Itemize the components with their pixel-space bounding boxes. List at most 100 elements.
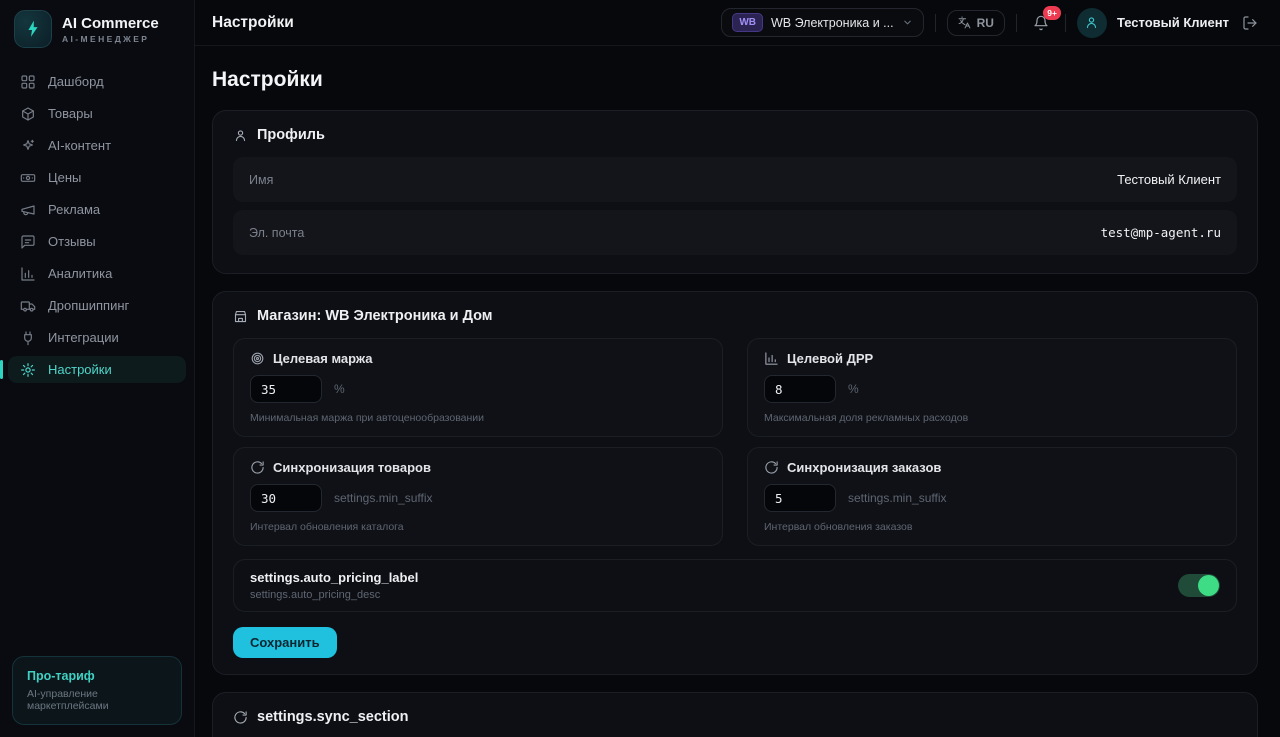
refresh-icon (764, 460, 779, 475)
sidebar-item-label: Реклама (48, 202, 100, 217)
divider (935, 14, 936, 32)
app-logo: AI Commerce AI-МЕНЕДЖЕР (0, 0, 194, 60)
topbar: Настройки WB WB Электроника и ... RU 9+ … (195, 0, 1280, 46)
wb-badge: WB (732, 13, 763, 32)
plan-subtitle: AI-управление маркетплейсами (27, 688, 167, 712)
sidebar-item-analytics[interactable]: Аналитика (8, 260, 186, 287)
user-name: Тестовый Клиент (1117, 15, 1229, 30)
sync-products-suffix: settings.min_suffix (334, 491, 433, 505)
notification-count-badge: 9+ (1043, 6, 1061, 21)
sidebar-item-products[interactable]: Товары (8, 100, 186, 127)
sparkles-icon (20, 138, 37, 154)
chart-icon (764, 351, 779, 366)
refresh-icon (250, 460, 265, 475)
page-title: Настройки (212, 68, 1258, 92)
sync-orders-suffix: settings.min_suffix (848, 491, 947, 505)
sync-orders-input[interactable] (764, 484, 836, 512)
auto-pricing-label: settings.auto_pricing_label (250, 570, 418, 585)
sync-section-card: settings.sync_section settings.sync_prod… (212, 692, 1258, 737)
banknote-icon (20, 170, 37, 186)
sidebar-item-label: Дашборд (48, 74, 104, 89)
target-margin-label: Целевая маржа (273, 351, 373, 366)
save-button[interactable]: Сохранить (233, 627, 337, 658)
toggle-knob (1198, 575, 1219, 596)
truck-icon (20, 298, 37, 314)
sync-section-title: settings.sync_section (257, 709, 409, 725)
plan-card[interactable]: Про-тариф AI-управление маркетплейсами (12, 656, 182, 725)
main-area: Настройки WB WB Электроника и ... RU 9+ … (195, 0, 1280, 737)
translate-icon (958, 16, 971, 29)
sync-products-help: Интервал обновления каталога (250, 521, 706, 533)
divider (1065, 14, 1066, 32)
sidebar-item-label: Цены (48, 170, 81, 185)
sidebar-item-ads[interactable]: Реклама (8, 196, 186, 223)
store-settings-card: Магазин: WB Электроника и Дом Целевая ма… (212, 291, 1258, 675)
sidebar-item-settings[interactable]: Настройки (8, 356, 186, 383)
sidebar: AI Commerce AI-МЕНЕДЖЕР Дашборд Товары A… (0, 0, 195, 737)
sidebar-item-dropshipping[interactable]: Дропшиппинг (8, 292, 186, 319)
target-drr-field: Целевой ДРР % Максимальная доля рекламны… (747, 338, 1237, 437)
message-square-icon (20, 234, 37, 250)
email-label: Эл. почта (249, 226, 304, 240)
auto-pricing-toggle[interactable] (1178, 574, 1220, 597)
topbar-title: Настройки (212, 14, 294, 32)
person-icon (233, 128, 248, 143)
sidebar-item-label: Товары (48, 106, 93, 121)
sidebar-item-label: AI-контент (48, 138, 111, 153)
divider (1016, 14, 1017, 32)
sync-products-field: Синхронизация товаров settings.min_suffi… (233, 447, 723, 546)
sidebar-item-label: Дропшиппинг (48, 298, 129, 313)
content: Настройки Профиль Имя Тестовый Клиент Эл… (195, 46, 1280, 737)
target-drr-suffix: % (848, 382, 859, 396)
target-margin-input[interactable] (250, 375, 322, 403)
email-value: test@mp-agent.ru (1101, 225, 1221, 240)
store-selector[interactable]: WB WB Электроника и ... (721, 8, 923, 37)
sidebar-item-label: Настройки (48, 362, 112, 377)
name-value: Тестовый Клиент (1117, 172, 1221, 187)
target-margin-field: Целевая маржа % Минимальная маржа при ав… (233, 338, 723, 437)
plan-title: Про-тариф (27, 669, 167, 683)
avatar (1077, 8, 1107, 38)
logout-icon[interactable] (1240, 13, 1260, 33)
sync-orders-field: Синхронизация заказов settings.min_suffi… (747, 447, 1237, 546)
refresh-icon (233, 710, 248, 725)
package-icon (20, 106, 37, 122)
chevron-down-icon (902, 17, 913, 28)
gear-icon (20, 362, 37, 378)
sync-orders-label: Синхронизация заказов (787, 460, 941, 475)
app-name: AI Commerce (62, 15, 159, 32)
sidebar-item-label: Аналитика (48, 266, 112, 281)
language-switcher[interactable]: RU (947, 10, 1005, 36)
sync-products-label: Синхронизация товаров (273, 460, 431, 475)
target-drr-label: Целевой ДРР (787, 351, 873, 366)
sidebar-item-prices[interactable]: Цены (8, 164, 186, 191)
sidebar-item-label: Интеграции (48, 330, 119, 345)
store-icon (233, 309, 248, 324)
profile-card-title: Профиль (257, 127, 325, 143)
lightning-icon (14, 10, 52, 48)
sync-orders-help: Интервал обновления заказов (764, 521, 1220, 533)
sidebar-item-dashboard[interactable]: Дашборд (8, 68, 186, 95)
app-tagline: AI-МЕНЕДЖЕР (62, 34, 159, 44)
sidebar-item-reviews[interactable]: Отзывы (8, 228, 186, 255)
sidebar-item-ai-content[interactable]: AI-контент (8, 132, 186, 159)
target-margin-help: Минимальная маржа при автоценообразовани… (250, 412, 706, 424)
auto-pricing-desc: settings.auto_pricing_desc (250, 589, 418, 601)
sidebar-nav: Дашборд Товары AI-контент Цены Реклама О… (0, 60, 194, 388)
profile-card: Профиль Имя Тестовый Клиент Эл. почта te… (212, 110, 1258, 274)
target-icon (250, 351, 265, 366)
sidebar-item-label: Отзывы (48, 234, 96, 249)
megaphone-icon (20, 202, 37, 218)
target-margin-suffix: % (334, 382, 345, 396)
bar-chart-icon (20, 266, 37, 282)
target-drr-help: Максимальная доля рекламных расходов (764, 412, 1220, 424)
sync-products-input[interactable] (250, 484, 322, 512)
notifications-button[interactable]: 9+ (1028, 12, 1054, 34)
sidebar-item-integrations[interactable]: Интеграции (8, 324, 186, 351)
profile-name-row: Имя Тестовый Клиент (233, 157, 1237, 202)
user-menu[interactable]: Тестовый Клиент (1077, 8, 1229, 38)
profile-email-row: Эл. почта test@mp-agent.ru (233, 210, 1237, 255)
auto-pricing-row: settings.auto_pricing_label settings.aut… (233, 559, 1237, 612)
dashboard-icon (20, 74, 37, 90)
target-drr-input[interactable] (764, 375, 836, 403)
